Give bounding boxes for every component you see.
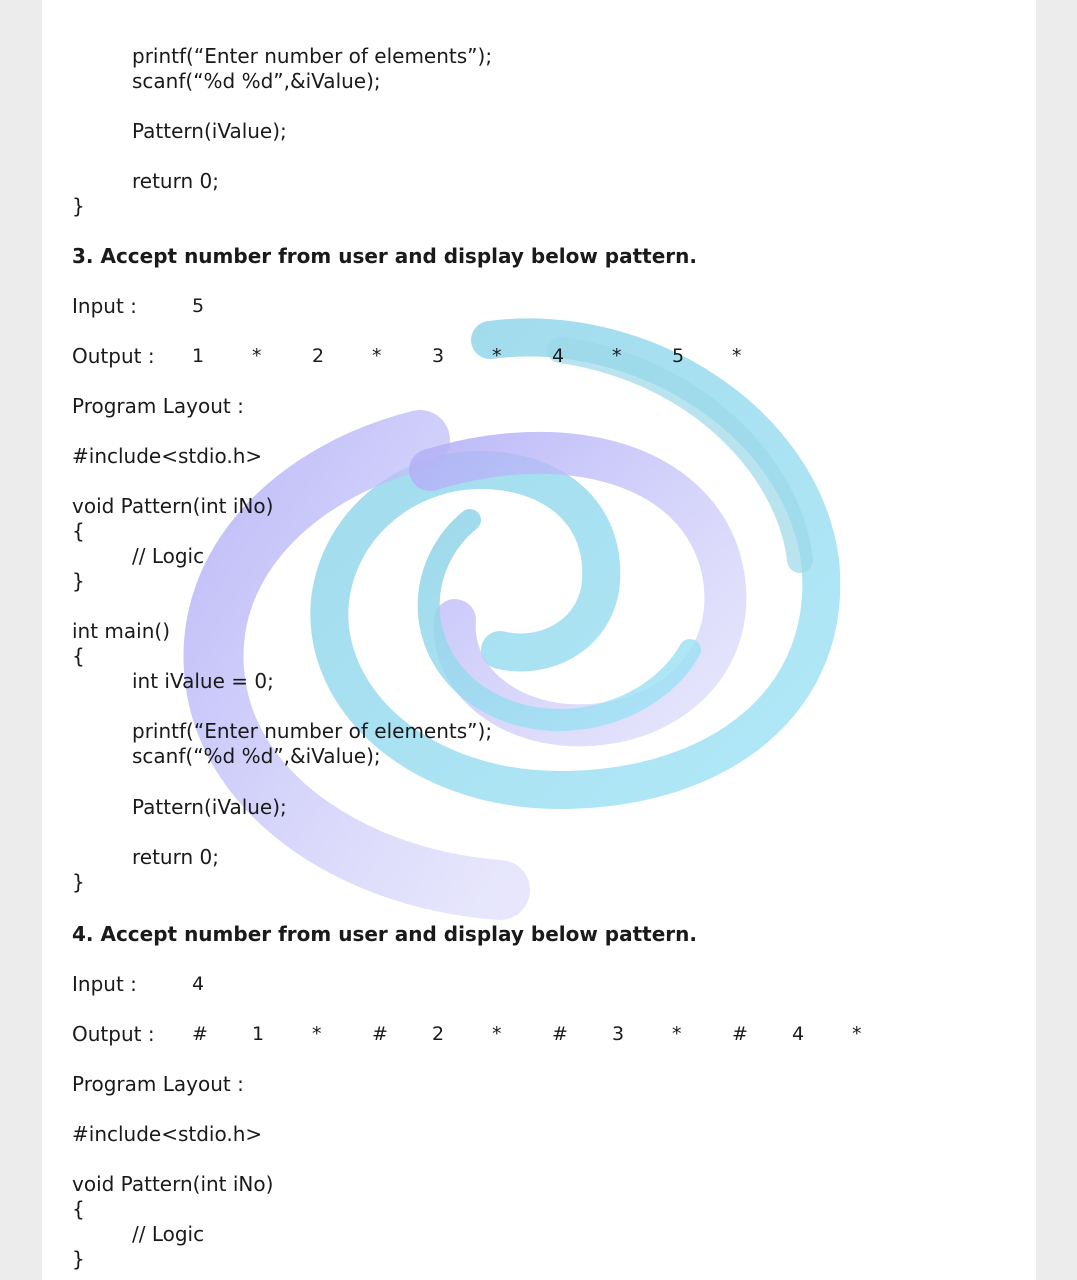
- q4-output-token: *: [492, 1023, 502, 1045]
- q4-output-token: *: [852, 1023, 862, 1045]
- q3-output-token: *: [252, 345, 262, 367]
- q3-output-token: *: [612, 345, 622, 367]
- q4-output-token: 1: [252, 1023, 265, 1045]
- q3-heading: 3. Accept number from user and display b…: [72, 244, 697, 268]
- q4-include: #include<stdio.h>: [72, 1122, 263, 1146]
- q3-include: #include<stdio.h>: [72, 444, 263, 468]
- code-scanf: scanf(“%d %d”,&iValue);: [132, 69, 381, 93]
- q3-output-token: *: [732, 345, 742, 367]
- q4-output-token: *: [312, 1023, 322, 1045]
- q4-input-label: Input :: [72, 972, 137, 996]
- q4-func-open-brace: {: [72, 1197, 85, 1221]
- q3-output-label: Output :: [72, 344, 155, 368]
- q3-output-token: *: [492, 345, 502, 367]
- q3-func-signature: void Pattern(int iNo): [72, 494, 274, 518]
- q3-main-signature: int main(): [72, 619, 171, 643]
- q4-output-token: #: [192, 1023, 208, 1045]
- q3-scanf: scanf(“%d %d”,&iValue);: [132, 744, 381, 768]
- q3-output-token: *: [372, 345, 382, 367]
- q3-logic-comment: // Logic: [132, 544, 205, 568]
- q4-func-signature: void Pattern(int iNo): [72, 1172, 274, 1196]
- q3-output-token: 1: [192, 345, 205, 367]
- q3-pattern-call: Pattern(iValue);: [132, 795, 287, 819]
- q3-return: return 0;: [132, 845, 219, 869]
- q4-layout-label: Program Layout :: [72, 1072, 244, 1096]
- q3-declaration: int iValue = 0;: [132, 669, 274, 693]
- code-return: return 0;: [132, 169, 219, 193]
- q3-output-token: 5: [672, 345, 685, 367]
- q3-main-close-brace: }: [72, 870, 85, 894]
- q3-func-open-brace: {: [72, 519, 85, 543]
- q4-output-token: #: [372, 1023, 388, 1045]
- q3-printf: printf(“Enter number of elements”);: [132, 719, 493, 743]
- q4-output-token: 3: [612, 1023, 625, 1045]
- q3-layout-label: Program Layout :: [72, 394, 244, 418]
- q3-output-token: 3: [432, 345, 445, 367]
- q4-output-token: 4: [792, 1023, 805, 1045]
- q3-output-token: 4: [552, 345, 565, 367]
- q4-output-token: #: [552, 1023, 568, 1045]
- q3-input-value: 5: [192, 295, 205, 317]
- q4-output-token: *: [672, 1023, 682, 1045]
- q3-output-token: 2: [312, 345, 325, 367]
- q3-func-close-brace: }: [72, 569, 85, 593]
- q3-input-label: Input :: [72, 294, 137, 318]
- q4-output-token: 2: [432, 1023, 445, 1045]
- q4-input-value: 4: [192, 973, 205, 995]
- q4-output-label: Output :: [72, 1022, 155, 1046]
- q4-func-close-brace: }: [72, 1247, 85, 1271]
- q4-heading: 4. Accept number from user and display b…: [72, 922, 697, 946]
- q4-logic-comment: // Logic: [132, 1222, 205, 1246]
- q3-main-open-brace: {: [72, 644, 85, 668]
- code-close-brace: }: [72, 194, 85, 218]
- code-printf: printf(“Enter number of elements”);: [132, 44, 493, 68]
- q4-output-token: #: [732, 1023, 748, 1045]
- code-pattern-call: Pattern(iValue);: [132, 119, 287, 143]
